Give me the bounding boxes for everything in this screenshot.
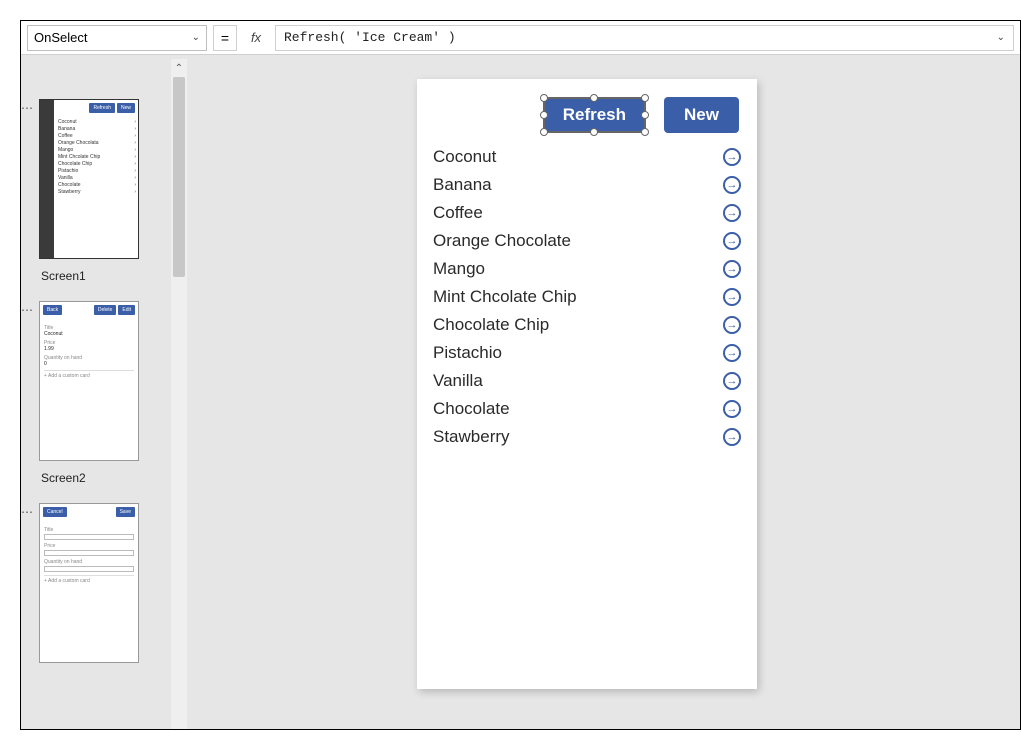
thumb-form: Title Coconut Price 1.99 Quantity on han…: [40, 318, 138, 383]
thumb-list: Coconut› Banana› Coffee› Orange Chocolat…: [40, 116, 138, 199]
thumb-form: Title Price Quantity on hand + Add a cus…: [40, 520, 138, 588]
flavor-name: Banana: [433, 175, 492, 195]
phone-preview: Refresh New Coconut →: [417, 79, 757, 689]
scrollbar[interactable]: ⌃: [171, 59, 187, 729]
resize-handle[interactable]: [590, 94, 598, 102]
resize-handle[interactable]: [641, 128, 649, 136]
property-select[interactable]: OnSelect ⌄: [27, 25, 207, 51]
flavor-name: Coconut: [433, 147, 496, 167]
refresh-button-label: Refresh: [563, 105, 626, 124]
formula-bar: OnSelect ⌄ = fx Refresh( 'Ice Cream' ) ⌄: [21, 21, 1020, 55]
list-item[interactable]: Coffee →: [433, 199, 741, 227]
thumb-edit-btn: Edit: [118, 305, 135, 315]
resize-handle[interactable]: [641, 111, 649, 119]
arrow-right-icon[interactable]: →: [723, 288, 741, 306]
ellipsis-icon[interactable]: ⋯: [21, 101, 33, 115]
resize-handle[interactable]: [641, 94, 649, 102]
arrow-right-icon[interactable]: →: [723, 232, 741, 250]
ellipsis-icon[interactable]: ⋯: [21, 303, 33, 317]
arrow-right-icon[interactable]: →: [723, 176, 741, 194]
list-item[interactable]: Orange Chocolate →: [433, 227, 741, 255]
screen-thumb-2[interactable]: ⋯ Back Delete Edit Title Coconut Price 1…: [29, 301, 171, 461]
property-select-value: OnSelect: [34, 30, 87, 45]
list-item[interactable]: Pistachio →: [433, 339, 741, 367]
list-item[interactable]: Vanilla →: [433, 367, 741, 395]
resize-handle[interactable]: [540, 128, 548, 136]
arrow-right-icon[interactable]: →: [723, 204, 741, 222]
flavor-name: Orange Chocolate: [433, 231, 571, 251]
list-item[interactable]: Chocolate →: [433, 395, 741, 423]
resize-handle[interactable]: [540, 94, 548, 102]
list-item[interactable]: Stawberry →: [433, 423, 741, 451]
screen-label-1: Screen1: [41, 269, 171, 283]
thumb-save-btn: Save: [116, 507, 135, 517]
flavor-name: Vanilla: [433, 371, 483, 391]
list-item[interactable]: Banana →: [433, 171, 741, 199]
thumb-back-btn: Back: [43, 305, 62, 315]
thumb-cancel-btn: Cancel: [43, 507, 67, 517]
screen-preview-3: Cancel Save Title Price Quantity on hand…: [39, 503, 139, 663]
formula-input[interactable]: Refresh( 'Ice Cream' ) ⌄: [275, 25, 1014, 51]
ellipsis-icon[interactable]: ⋯: [21, 505, 33, 519]
list-item[interactable]: Mango →: [433, 255, 741, 283]
content-area: ⋯ Refresh New Coconut› Banana› Coffee› O…: [21, 59, 1020, 729]
new-button[interactable]: New: [664, 97, 739, 133]
app-frame: OnSelect ⌄ = fx Refresh( 'Ice Cream' ) ⌄…: [20, 20, 1021, 730]
equals-label: =: [213, 25, 237, 51]
fx-icon: fx: [243, 25, 269, 51]
arrow-right-icon[interactable]: →: [723, 400, 741, 418]
canvas[interactable]: Refresh New Coconut →: [187, 59, 1020, 729]
flavor-name: Coffee: [433, 203, 483, 223]
resize-handle[interactable]: [540, 111, 548, 119]
flavor-name: Mango: [433, 259, 485, 279]
thumb-delete-btn: Delete: [94, 305, 116, 315]
scroll-thumb[interactable]: [173, 77, 185, 277]
arrow-right-icon[interactable]: →: [723, 260, 741, 278]
screens-panel: ⋯ Refresh New Coconut› Banana› Coffee› O…: [21, 59, 171, 729]
screen-thumb-1[interactable]: ⋯ Refresh New Coconut› Banana› Coffee› O…: [29, 99, 171, 259]
screen-label-2: Screen2: [41, 471, 171, 485]
flavor-name: Stawberry: [433, 427, 510, 447]
thumb-refresh-btn: Refresh: [89, 103, 115, 113]
arrow-right-icon[interactable]: →: [723, 148, 741, 166]
list-item[interactable]: Chocolate Chip →: [433, 311, 741, 339]
chevron-down-icon: ⌄: [192, 32, 200, 43]
thumb-new-btn: New: [117, 103, 135, 113]
flavor-name: Chocolate Chip: [433, 315, 549, 335]
arrow-right-icon[interactable]: →: [723, 372, 741, 390]
refresh-button[interactable]: Refresh: [543, 97, 646, 133]
screen-preview-2: Back Delete Edit Title Coconut Price 1.9…: [39, 301, 139, 461]
flavor-name: Mint Chcolate Chip: [433, 287, 577, 307]
arrow-right-icon[interactable]: →: [723, 316, 741, 334]
flavor-name: Chocolate: [433, 399, 510, 419]
list-item[interactable]: Mint Chcolate Chip →: [433, 283, 741, 311]
chevron-down-icon: ⌄: [997, 32, 1005, 44]
scroll-up-icon[interactable]: ⌃: [171, 59, 187, 77]
thumb-dark-bar: [40, 100, 54, 258]
formula-text: Refresh( 'Ice Cream' ): [284, 30, 456, 45]
list-item[interactable]: Coconut →: [433, 143, 741, 171]
screen-thumb-3[interactable]: ⋯ Cancel Save Title Price Quantity on ha…: [29, 503, 171, 663]
new-button-label: New: [684, 105, 719, 124]
flavor-name: Pistachio: [433, 343, 502, 363]
resize-handle[interactable]: [590, 128, 598, 136]
flavor-list: Coconut → Banana → Coffee → Orange Chocolat…: [417, 141, 757, 453]
phone-header: Refresh New: [417, 79, 757, 141]
screen-preview-1: Refresh New Coconut› Banana› Coffee› Ora…: [39, 99, 139, 259]
arrow-right-icon[interactable]: →: [723, 344, 741, 362]
arrow-right-icon[interactable]: →: [723, 428, 741, 446]
